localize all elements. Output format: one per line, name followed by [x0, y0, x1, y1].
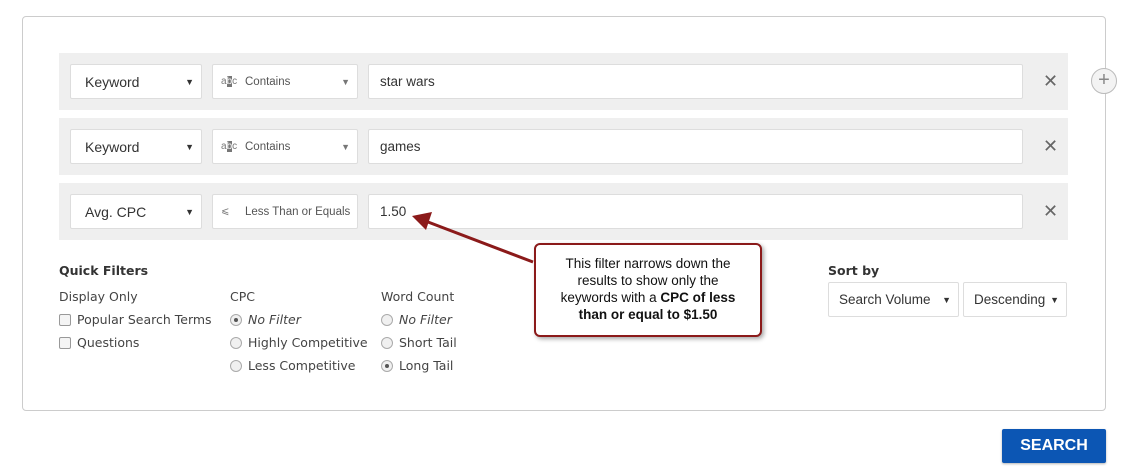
callout-arrow	[412, 212, 534, 264]
search-button[interactable]: SEARCH	[1002, 429, 1106, 463]
callout-annotation: This filter narrows down the results to …	[534, 243, 762, 337]
